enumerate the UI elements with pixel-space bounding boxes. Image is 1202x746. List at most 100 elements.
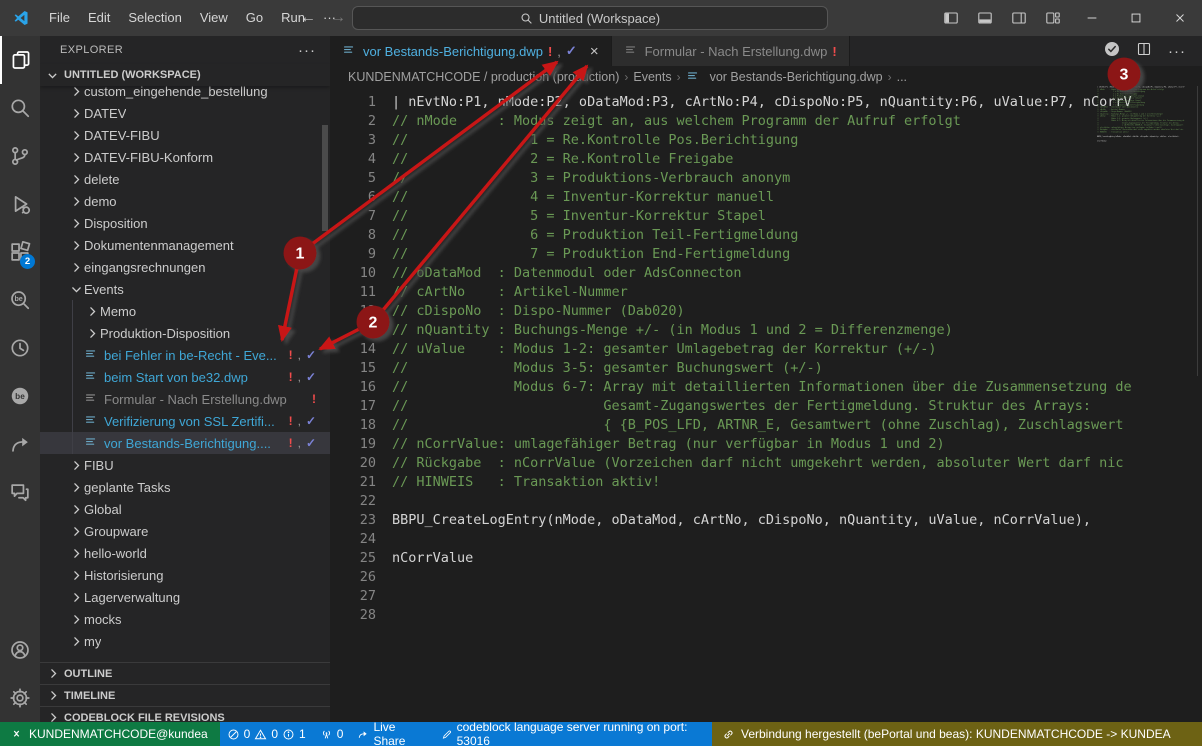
tree-folder-eingangsrechnungen[interactable]: eingangsrechnungen bbox=[40, 256, 330, 278]
vscode-window: FileEditSelectionViewGoRun··· ← → Untitl… bbox=[0, 0, 1202, 746]
menu-view[interactable]: View bbox=[191, 10, 237, 25]
activity-explorer-icon[interactable] bbox=[0, 36, 40, 84]
tree-folder-demo[interactable]: demo bbox=[40, 190, 330, 212]
breadcrumb-item[interactable]: vor Bestands-Berichtigung.dwp bbox=[686, 69, 883, 86]
activity-history-icon[interactable] bbox=[0, 324, 40, 372]
history-forward-icon[interactable]: → bbox=[330, 9, 346, 27]
code-text: // 1 = Re.Kontrolle Pos.Berichtigung bbox=[392, 131, 798, 150]
code-text: // nCorrValue: umlagefähiger Betrag (nur… bbox=[392, 435, 945, 454]
menu-file[interactable]: File bbox=[40, 10, 79, 25]
tree-folder-disposition[interactable]: Disposition bbox=[40, 212, 330, 234]
activity-settings-icon[interactable] bbox=[0, 674, 40, 722]
menu-selection[interactable]: Selection bbox=[119, 10, 190, 25]
tree-folder-memo[interactable]: Memo bbox=[40, 300, 330, 322]
workspace-section-header[interactable]: UNTITLED (WORKSPACE) bbox=[40, 64, 330, 86]
tree-folder-datev-fibu-konform[interactable]: DATEV-FIBU-Konform bbox=[40, 146, 330, 168]
indent-guide bbox=[72, 300, 73, 454]
language-server-status[interactable]: codeblock language server running on por… bbox=[434, 722, 712, 746]
activity-be-icon[interactable]: be bbox=[0, 372, 40, 420]
tree-folder-hello-world[interactable]: hello-world bbox=[40, 542, 330, 564]
file-tree: custom_eingehende_bestellungDATEVDATEV-F… bbox=[40, 80, 330, 652]
code-editor[interactable]: 1| nEvtNo:P1, nMode:P2, oDataMod:P3, cAr… bbox=[330, 88, 1202, 722]
breadcrumb-item[interactable]: Events bbox=[633, 70, 671, 84]
tree-folder-mocks[interactable]: mocks bbox=[40, 608, 330, 630]
problems-status[interactable]: 0 0 1 bbox=[220, 722, 313, 746]
tree-folder-fibu[interactable]: FIBU bbox=[40, 454, 330, 476]
tree-folder-datev[interactable]: DATEV bbox=[40, 102, 330, 124]
activity-share-icon[interactable] bbox=[0, 420, 40, 468]
command-center-search[interactable]: Untitled (Workspace) bbox=[352, 6, 828, 30]
code-text: // cArtNo : Artikel-Nummer bbox=[392, 283, 628, 302]
menu-go[interactable]: Go bbox=[237, 10, 272, 25]
activity-be-search-icon[interactable]: be bbox=[0, 276, 40, 324]
tree-folder-datev-fibu[interactable]: DATEV-FIBU bbox=[40, 124, 330, 146]
close-button[interactable] bbox=[1158, 0, 1202, 36]
broadcast-status[interactable]: 0 bbox=[313, 722, 351, 746]
activity-search-icon[interactable] bbox=[0, 84, 40, 132]
toggle-sidebar-icon[interactable] bbox=[943, 10, 959, 26]
explorer-more-actions[interactable]: ··· bbox=[298, 42, 316, 59]
activity-extensions-icon[interactable]: 2 bbox=[0, 228, 40, 276]
minimap[interactable]: 1| nEvtNo:P1, nMode:P2, oDataMod:P3, cAr… bbox=[1097, 86, 1197, 176]
tree-folder-produktion-disposition[interactable]: Produktion-Disposition bbox=[40, 322, 330, 344]
chevron-right-icon bbox=[68, 633, 84, 649]
minimize-button[interactable] bbox=[1070, 0, 1114, 36]
connection-status[interactable]: Verbindung hergestellt (bePortal und bea… bbox=[712, 722, 1202, 746]
check-circle-icon[interactable] bbox=[1104, 41, 1120, 62]
chevron-right-icon bbox=[84, 325, 100, 341]
line-number: 16 bbox=[330, 378, 376, 397]
toggle-secondary-sidebar-icon[interactable] bbox=[1011, 10, 1027, 26]
file-decorations: !,✓ bbox=[289, 414, 330, 428]
tree-file-bei-fehler-in-be-recht-eve-[interactable]: bei Fehler in be-Recht - Eve...!,✓ bbox=[40, 344, 330, 366]
section-outline[interactable]: OUTLINE bbox=[40, 662, 330, 684]
sidebar-scrollbar[interactable] bbox=[322, 125, 328, 231]
tree-folder-events[interactable]: Events bbox=[40, 278, 330, 300]
customize-layout-icon[interactable] bbox=[1045, 10, 1061, 26]
tab-vor-bestands-berichtigung-dwp[interactable]: vor Bestands-Berichtigung.dwp!,✓× bbox=[330, 36, 612, 66]
tab-close-icon[interactable]: × bbox=[590, 43, 599, 60]
tab-formular-nach-erstellung-dwp[interactable]: Formular - Nach Erstellung.dwp! bbox=[612, 36, 850, 66]
breadcrumb-item[interactable]: KUNDENMATCHCODE / production (production… bbox=[348, 70, 619, 84]
tree-folder-global[interactable]: Global bbox=[40, 498, 330, 520]
line-number: 20 bbox=[330, 454, 376, 473]
maximize-button[interactable] bbox=[1114, 0, 1158, 36]
tree-folder-dokumentenmanagement[interactable]: Dokumentenmanagement bbox=[40, 234, 330, 256]
file-icon bbox=[686, 69, 702, 86]
error-badge: ! bbox=[289, 414, 293, 428]
breadcrumb-label: ... bbox=[897, 70, 907, 84]
tree-file-beim-start-von-be32-dwp[interactable]: beim Start von be32.dwp!,✓ bbox=[40, 366, 330, 388]
chevron-right-icon bbox=[68, 479, 84, 495]
check-badge: ✓ bbox=[306, 370, 316, 384]
section-timeline[interactable]: TIMELINE bbox=[40, 684, 330, 706]
remote-indicator[interactable]: KUNDENMATCHCODE@kundea bbox=[0, 722, 220, 746]
remote-label: KUNDENMATCHCODE@kundea bbox=[29, 727, 208, 741]
tree-folder-my[interactable]: my bbox=[40, 630, 330, 652]
code-text: // 2 = Re.Kontrolle Freigabe bbox=[392, 150, 733, 169]
tree-file-vor-bestands-berichtigung-[interactable]: vor Bestands-Berichtigung....!,✓ bbox=[40, 432, 330, 454]
toggle-panel-icon[interactable] bbox=[977, 10, 993, 26]
tree-folder-geplante-tasks[interactable]: geplante Tasks bbox=[40, 476, 330, 498]
tree-folder-delete[interactable]: delete bbox=[40, 168, 330, 190]
section-label: CODEBLOCK FILE REVISIONS bbox=[64, 712, 225, 723]
title-bar: FileEditSelectionViewGoRun··· ← → Untitl… bbox=[0, 0, 1202, 36]
breadcrumb-separator: › bbox=[888, 70, 892, 84]
tree-folder-historisierung[interactable]: Historisierung bbox=[40, 564, 330, 586]
breadcrumb-item[interactable]: ... bbox=[897, 70, 907, 84]
split-editor-icon[interactable] bbox=[1136, 41, 1152, 62]
tree-file-verifizierung-von-ssl-zertifi-[interactable]: Verifizierung von SSL Zertifi...!,✓ bbox=[40, 410, 330, 432]
menu-edit[interactable]: Edit bbox=[79, 10, 119, 25]
activity-comments-icon[interactable] bbox=[0, 468, 40, 516]
editor-more-actions-icon[interactable]: ··· bbox=[1168, 43, 1186, 60]
live-share-status[interactable]: Live Share bbox=[350, 722, 433, 746]
history-back-icon[interactable]: ← bbox=[300, 9, 316, 27]
tree-file-formular-nach-erstellung-dwp[interactable]: Formular - Nach Erstellung.dwp! bbox=[40, 388, 330, 410]
activity-source-control-icon[interactable] bbox=[0, 132, 40, 180]
badge-separator: , bbox=[557, 44, 561, 59]
tree-folder-lagerverwaltung[interactable]: Lagerverwaltung bbox=[40, 586, 330, 608]
activity-account-icon[interactable] bbox=[0, 626, 40, 674]
activity-run-debug-icon[interactable] bbox=[0, 180, 40, 228]
tree-item-label: Formular - Nach Erstellung.dwp bbox=[104, 392, 287, 407]
tree-folder-groupware[interactable]: Groupware bbox=[40, 520, 330, 542]
code-text: // nMode : Modus zeigt an, aus welchem P… bbox=[392, 112, 961, 131]
section-codeblock-file-revisions[interactable]: CODEBLOCK FILE REVISIONS bbox=[40, 706, 330, 722]
